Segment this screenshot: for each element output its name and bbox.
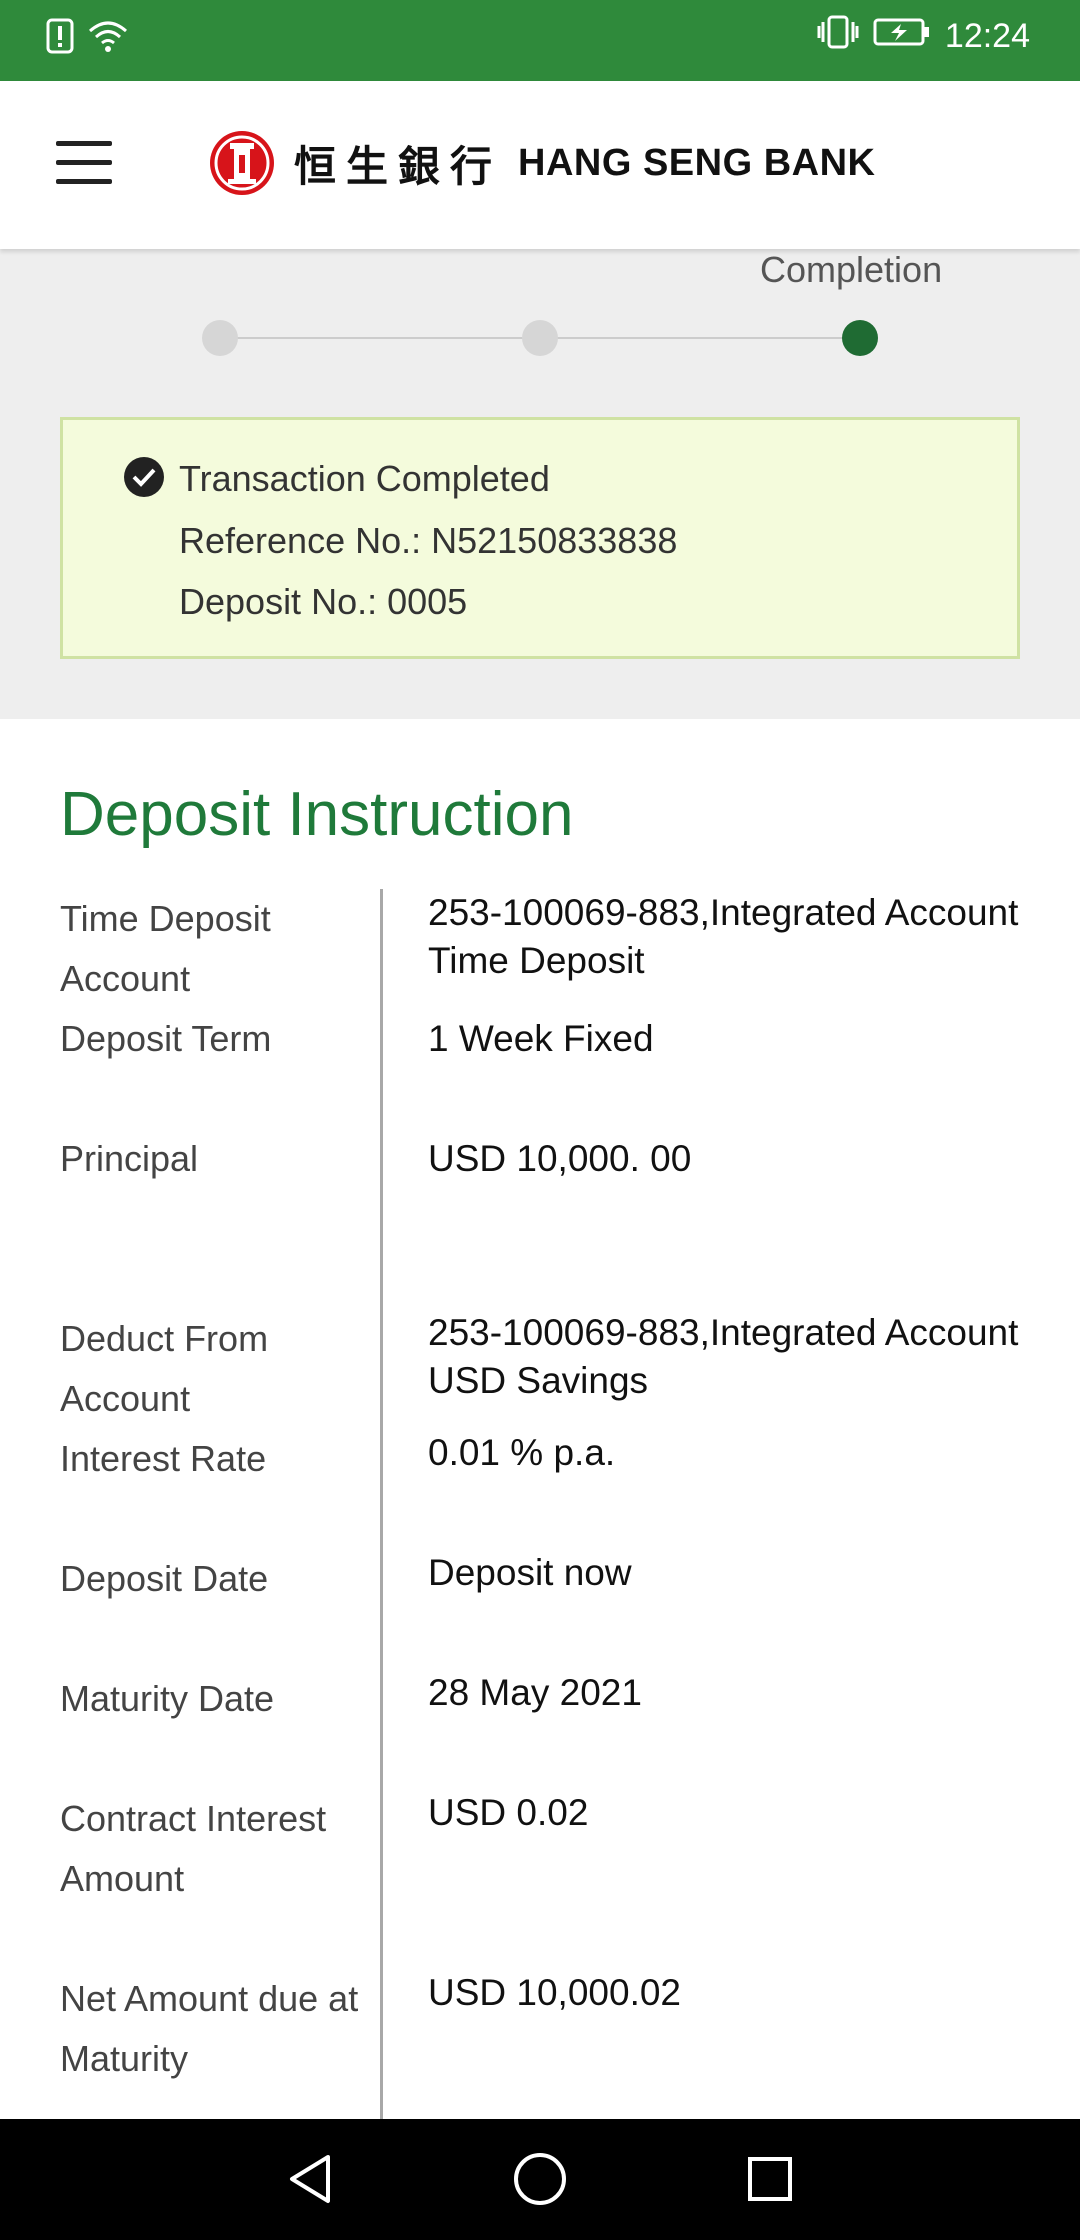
detail-value: 1 Week Fixed: [428, 1018, 654, 1059]
step-dot-3-active: [842, 320, 878, 356]
detail-label: Deposit Date: [60, 1558, 269, 1599]
detail-label: Maturity Date: [60, 1678, 275, 1719]
detail-label: Contract Interest Amount: [60, 1798, 327, 1899]
hamburger-menu-icon[interactable]: [56, 141, 112, 185]
wifi-icon: [88, 19, 128, 58]
reference-number: Reference No.: N52150833838: [179, 520, 678, 561]
battery-charging-icon: [873, 17, 931, 56]
check-circle-icon: [124, 457, 164, 497]
detail-value: USD 10,000. 00: [428, 1138, 692, 1179]
detail-value: 253-100069-883,Integrated Account Time D…: [428, 892, 1019, 981]
transaction-success-box: Transaction Completed Reference No.: N52…: [60, 417, 1020, 659]
home-icon[interactable]: [510, 2149, 570, 2209]
detail-label: Principal: [60, 1138, 199, 1179]
logo-chinese-text: 恒生銀行: [294, 141, 503, 191]
transaction-status: Transaction Completed: [179, 458, 550, 499]
logo-english-text: HANG SENG BANK: [518, 141, 876, 184]
deposit-instruction-section: Deposit Instruction Time Deposit Account…: [0, 719, 1080, 2129]
detail-value: Deposit now: [428, 1552, 632, 1593]
step-dot-2: [522, 320, 558, 356]
detail-value: 253-100069-883,Integrated Account USD Sa…: [428, 1312, 1019, 1401]
status-bar: 12:24: [0, 0, 1080, 81]
hang-seng-logo-mark-icon: [210, 131, 274, 195]
step-dot-1: [202, 320, 238, 356]
column-divider: [380, 889, 383, 2129]
detail-label: Net Amount due at Maturity: [60, 1978, 359, 2079]
detail-label: Deposit Term: [60, 1018, 272, 1059]
detail-value: 0.01 % p.a.: [428, 1432, 616, 1473]
detail-value: USD 10,000.02: [428, 1972, 682, 2013]
recent-apps-icon[interactable]: [740, 2149, 800, 2209]
status-left: [46, 18, 128, 59]
detail-label: Deduct From Account: [60, 1318, 269, 1419]
detail-value: USD 0.02: [428, 1792, 589, 1833]
current-step-label: Completion: [760, 249, 943, 290]
detail-label: Interest Rate: [60, 1438, 267, 1479]
app-header: 恒生銀行 HANG SENG BANK: [0, 81, 1080, 249]
alert-icon: [46, 18, 74, 59]
hang-seng-logo: 恒生銀行 HANG SENG BANK: [208, 129, 875, 197]
detail-value: 28 May 2021: [428, 1672, 642, 1713]
section-title: Deposit Instruction: [60, 780, 574, 849]
back-icon[interactable]: [280, 2149, 340, 2209]
deposit-number: Deposit No.: 0005: [179, 581, 468, 622]
clock-time: 12:24: [944, 17, 1030, 55]
progress-section: Completion Transaction Completed Referen…: [0, 249, 1080, 719]
system-navigation-bar: [0, 2119, 1080, 2240]
status-right: 12:24: [817, 14, 1030, 59]
vibrate-icon: [817, 14, 859, 59]
detail-label: Time Deposit Account: [60, 898, 271, 999]
